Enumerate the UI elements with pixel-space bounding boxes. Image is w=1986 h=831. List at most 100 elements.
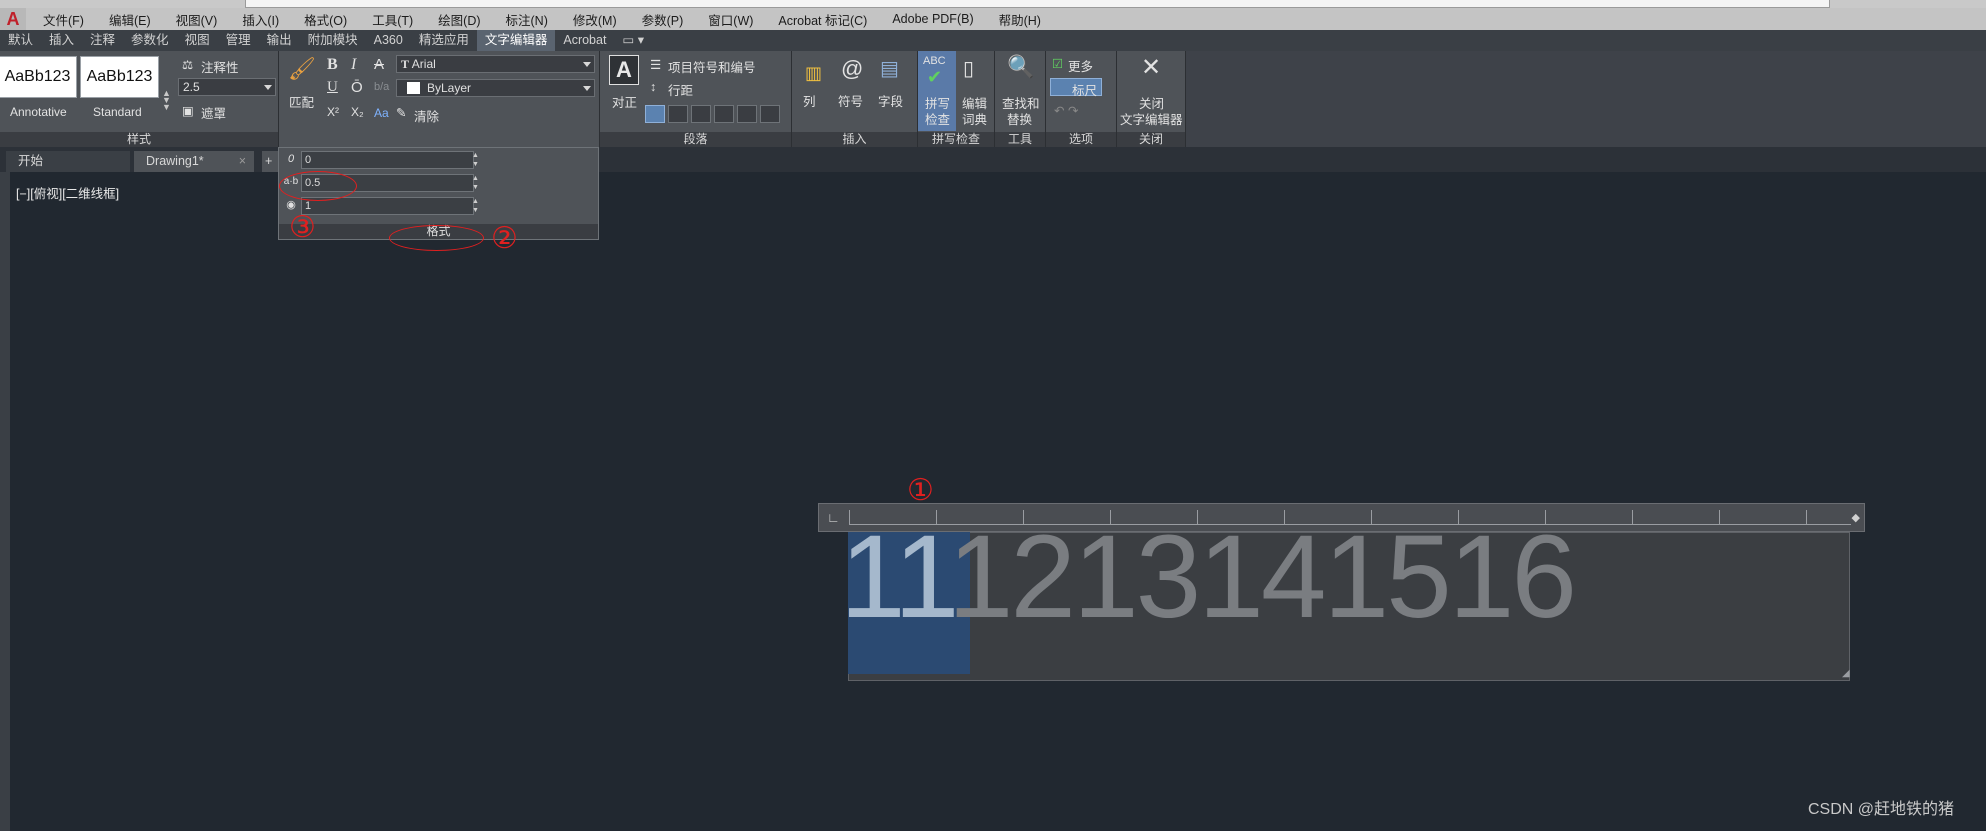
new-tab-icon[interactable]: + xyxy=(262,151,278,172)
tab-view[interactable]: 视图 xyxy=(177,30,218,51)
align-justify-icon[interactable] xyxy=(737,105,757,123)
color-combo[interactable]: ByLayer xyxy=(396,79,595,97)
menu-modify[interactable]: 修改(M) xyxy=(573,10,617,29)
width-spinner-icon[interactable]: ▲ ▼ xyxy=(470,197,481,215)
bullets-label[interactable]: 项目符号和编号 xyxy=(668,57,756,76)
overline-button[interactable]: Ō xyxy=(351,79,363,96)
undo-icon[interactable]: ↶ ↷ xyxy=(1054,103,1078,118)
justify-label[interactable]: 对正 xyxy=(612,92,637,111)
menu-window[interactable]: 窗口(W) xyxy=(708,10,753,29)
symbol-label[interactable]: 符号 xyxy=(838,91,863,110)
font-combo[interactable]: T Arial xyxy=(396,55,595,73)
color-swatch xyxy=(407,82,420,94)
subscript-button[interactable]: X₂ xyxy=(351,105,364,119)
tab-manage[interactable]: 管理 xyxy=(218,30,259,51)
tab-parametric[interactable]: 参数化 xyxy=(123,30,177,51)
tab-acrobat[interactable]: Acrobat xyxy=(555,30,614,51)
ruler-resize-handle-icon[interactable]: ◆ xyxy=(1852,511,1860,524)
clear-eraser-icon[interactable]: ✎ xyxy=(396,105,406,120)
superscript-button[interactable]: X² xyxy=(327,105,339,119)
field-label[interactable]: 字段 xyxy=(878,91,903,110)
tab-drawing1[interactable]: Drawing1* × xyxy=(134,151,254,172)
columns-icon[interactable]: ▥ xyxy=(805,63,822,84)
tab-text-editor[interactable]: 文字编辑器 xyxy=(476,30,556,51)
panel-style-label: 样式 xyxy=(0,132,278,147)
align-center-icon[interactable] xyxy=(691,105,711,123)
drawing-canvas[interactable] xyxy=(10,172,1986,831)
clear-button[interactable]: 清除 xyxy=(414,106,439,125)
menu-acrobat-markup[interactable]: Acrobat 标记(C) xyxy=(778,10,867,29)
align-left-icon[interactable] xyxy=(668,105,688,123)
menu-parameters[interactable]: 参数(P) xyxy=(642,10,684,29)
menu-draw[interactable]: 绘图(D) xyxy=(438,10,480,29)
close-tab-icon[interactable]: × xyxy=(239,151,246,172)
menu-view[interactable]: 视图(V) xyxy=(176,10,218,29)
tab-addins[interactable]: 附加模块 xyxy=(300,30,366,51)
italic-button[interactable]: I xyxy=(351,56,356,74)
more-icon[interactable]: ☑ xyxy=(1052,56,1063,71)
oblique-angle-input[interactable]: 0 xyxy=(301,151,474,169)
menu-dimension[interactable]: 标注(N) xyxy=(506,10,548,29)
field-icon[interactable]: ▤ xyxy=(880,56,899,81)
tab-output[interactable]: 输出 xyxy=(259,30,300,51)
text-height-combo[interactable]: 2.5 xyxy=(178,78,276,96)
more-label[interactable]: 更多 xyxy=(1068,56,1093,75)
find-replace-label-2[interactable]: 替换 xyxy=(1007,109,1032,128)
editor-resize-grip-icon[interactable]: ◢ xyxy=(1842,668,1850,679)
tab-workspace-menu[interactable]: ▭ ▾ xyxy=(614,30,652,51)
style-scroll-icon[interactable]: ▲ ▼ ▼ xyxy=(162,89,171,112)
oblique-spinner-icon[interactable]: ▲ ▼ xyxy=(470,151,481,169)
mask-icon[interactable]: ▣ xyxy=(182,103,194,118)
dictionary-icon[interactable]: ▯ xyxy=(963,56,974,81)
menu-adobe-pdf[interactable]: Adobe PDF(B) xyxy=(892,12,973,26)
panel-spellcheck: ABC ✔ 拼写 检查 ▯ 编辑 词典 拼写检查 xyxy=(918,51,995,147)
tracking-spinner-icon[interactable]: ▲ ▼ xyxy=(470,174,481,192)
underline-button[interactable]: U xyxy=(327,79,338,96)
menu-tools[interactable]: 工具(T) xyxy=(372,10,413,29)
annotative-toggle-icon[interactable]: ⚖ xyxy=(182,57,193,72)
menu-edit[interactable]: 编辑(E) xyxy=(109,10,151,29)
tab-featured-apps[interactable]: 精选应用 xyxy=(411,30,477,51)
line-spacing-label[interactable]: 行距 xyxy=(668,80,693,99)
close-label-2[interactable]: 文字编辑器 xyxy=(1120,109,1183,128)
mask-label[interactable]: 遮罩 xyxy=(201,103,226,122)
match-label[interactable]: 匹配 xyxy=(289,92,314,111)
panel-tools-label: 工具 xyxy=(995,132,1045,147)
tab-annotate[interactable]: 注释 xyxy=(82,30,123,51)
tab-a360[interactable]: A360 xyxy=(366,30,411,51)
dictionary-label-2[interactable]: 词典 xyxy=(962,109,987,128)
align-default-icon[interactable] xyxy=(645,105,665,123)
menu-help[interactable]: 帮助(H) xyxy=(999,10,1041,29)
justify-icon[interactable]: A xyxy=(609,55,639,85)
find-replace-icon[interactable]: 🔍 xyxy=(1007,54,1034,80)
tab-insert[interactable]: 插入 xyxy=(41,30,82,51)
tab-start[interactable]: 开始 xyxy=(6,151,130,172)
left-scrollbar[interactable] xyxy=(0,172,10,831)
strikethrough-button[interactable]: A xyxy=(374,56,384,73)
match-brush-icon[interactable]: 🖌 xyxy=(287,56,317,82)
spell-abc-icon: ABC xyxy=(923,55,946,67)
annotative-toggle-label[interactable]: 注释性 xyxy=(201,57,239,76)
bold-button[interactable]: B xyxy=(327,56,338,74)
align-distribute-icon[interactable] xyxy=(760,105,780,123)
tab-type-icon[interactable]: ∟ xyxy=(827,510,840,525)
oblique-angle-value: 0 xyxy=(305,154,312,166)
align-right-icon[interactable] xyxy=(714,105,734,123)
line-spacing-icon[interactable]: ↕ xyxy=(650,80,656,94)
menu-insert[interactable]: 插入(I) xyxy=(242,10,279,29)
viewport-label[interactable]: [−][俯视][二维线框] xyxy=(16,183,119,202)
columns-label[interactable]: 列 xyxy=(803,91,816,110)
style-annotative-swatch[interactable]: AaBb123 xyxy=(0,56,77,98)
symbol-icon[interactable]: @ xyxy=(841,56,863,82)
menu-format[interactable]: 格式(O) xyxy=(304,10,347,29)
app-logo-icon[interactable]: A xyxy=(0,8,26,30)
editor-text[interactable]: 111213141516 xyxy=(840,518,1577,636)
close-icon[interactable]: ✕ xyxy=(1141,53,1161,82)
change-case-button[interactable]: Aa xyxy=(374,106,389,120)
tab-home[interactable]: 默认 xyxy=(0,30,41,51)
bullets-icon[interactable]: ☰ xyxy=(650,57,661,72)
menu-file[interactable]: 文件(F) xyxy=(43,10,84,29)
title-strip xyxy=(0,0,1986,8)
stack-icon[interactable]: b/a xyxy=(374,81,389,93)
style-standard-swatch[interactable]: AaBb123 xyxy=(80,56,159,98)
